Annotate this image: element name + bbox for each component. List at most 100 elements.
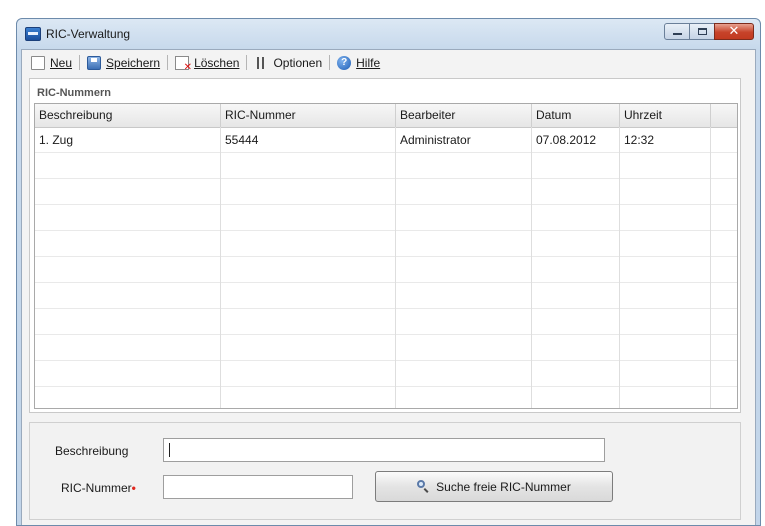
cell-beschreibung (35, 387, 221, 408)
toolbar: Neu Speichern Löschen Optionen ? Hilfe (22, 50, 755, 75)
table-row[interactable] (35, 387, 737, 408)
delete-icon (175, 55, 192, 73)
cell-ric-nummer (221, 153, 396, 179)
help-icon: ? (337, 55, 352, 70)
cell-beschreibung (35, 153, 221, 179)
cell-filler (711, 127, 737, 153)
cell-filler (711, 335, 737, 361)
cell-ric-nummer (221, 387, 396, 408)
cell-beschreibung (35, 335, 221, 361)
ric-number-input[interactable] (163, 475, 353, 499)
options-label: Optionen (273, 55, 323, 70)
minimize-button[interactable] (664, 23, 690, 40)
cell-datum (532, 309, 620, 335)
save-button[interactable]: Speichern (82, 53, 165, 73)
cell-bearbeiter (396, 257, 532, 283)
column-header-filler (711, 104, 737, 127)
close-icon: ✕ (728, 23, 740, 38)
cell-ric-nummer (221, 179, 396, 205)
toolbar-separator (246, 55, 248, 70)
cell-datum (532, 205, 620, 231)
cell-ric-nummer (221, 231, 396, 257)
cell-bearbeiter (396, 231, 532, 257)
cell-beschreibung (35, 257, 221, 283)
cell-uhrzeit (620, 257, 711, 283)
table-row[interactable] (35, 205, 737, 231)
column-header-ric-nummer[interactable]: RIC-Nummer (221, 104, 396, 127)
column-header-bearbeiter[interactable]: Bearbeiter (396, 104, 532, 127)
edit-form: Beschreibung RIC-Nummer• Suche freie RIC… (29, 422, 741, 520)
required-marker: • (131, 481, 136, 495)
options-icon (254, 56, 268, 70)
column-header-beschreibung[interactable]: Beschreibung (35, 104, 221, 127)
cell-bearbeiter (396, 335, 532, 361)
cell-datum (532, 257, 620, 283)
column-header-uhrzeit[interactable]: Uhrzeit (620, 104, 711, 127)
cell-uhrzeit (620, 231, 711, 257)
cell-filler (711, 205, 737, 231)
cell-bearbeiter (396, 205, 532, 231)
cell-ric-nummer (221, 309, 396, 335)
cell-ric-nummer (221, 335, 396, 361)
help-button[interactable]: ? Hilfe (332, 53, 385, 73)
search-icon (417, 480, 430, 493)
cell-beschreibung (35, 179, 221, 205)
description-label: Beschreibung (55, 444, 129, 458)
cell-ric-nummer (221, 361, 396, 387)
cell-ric-nummer: 55444 (221, 127, 396, 153)
table-row[interactable] (35, 361, 737, 387)
save-label: Speichern (106, 55, 161, 70)
table-row[interactable] (35, 153, 737, 179)
cell-ric-nummer (221, 205, 396, 231)
table-row[interactable] (35, 283, 737, 309)
cell-datum (532, 361, 620, 387)
cell-bearbeiter (396, 179, 532, 205)
cell-datum: 07.08.2012 (532, 127, 620, 153)
ric-number-label: RIC-Nummer• (61, 481, 136, 495)
cell-uhrzeit (620, 387, 711, 408)
cell-bearbeiter: Administrator (396, 127, 532, 153)
table-row[interactable]: 1. Zug 55444 Administrator 07.08.2012 12:32 (35, 127, 737, 153)
cell-datum (532, 335, 620, 361)
ric-table: Beschreibung RIC-Nummer Bearbeiter Datum… (34, 103, 738, 409)
delete-button[interactable]: Löschen (170, 53, 244, 73)
cell-filler (711, 231, 737, 257)
toolbar-separator (167, 55, 169, 70)
cell-beschreibung (35, 283, 221, 309)
toolbar-separator (79, 55, 81, 70)
text-cursor (169, 442, 170, 457)
search-free-ric-label: Suche freie RIC-Nummer (436, 479, 571, 494)
cell-filler (711, 309, 737, 335)
description-input[interactable] (163, 438, 605, 462)
cell-uhrzeit (620, 283, 711, 309)
ric-numbers-panel: RIC-Nummern Beschreibung RIC-Nummer Bear… (29, 78, 741, 413)
options-button[interactable]: Optionen (249, 53, 327, 73)
cell-uhrzeit (620, 335, 711, 361)
column-header-datum[interactable]: Datum (532, 104, 620, 127)
cell-bearbeiter (396, 361, 532, 387)
maximize-button[interactable] (689, 23, 715, 40)
table-row[interactable] (35, 231, 737, 257)
close-button[interactable]: ✕ (714, 23, 754, 40)
table-row[interactable] (35, 309, 737, 335)
cell-uhrzeit (620, 179, 711, 205)
table-row[interactable] (35, 179, 737, 205)
cell-beschreibung (35, 309, 221, 335)
cell-bearbeiter (396, 387, 532, 408)
cell-bearbeiter (396, 153, 532, 179)
cell-filler (711, 179, 737, 205)
panel-title: RIC-Nummern (37, 87, 111, 99)
cell-datum (532, 153, 620, 179)
cell-datum (532, 231, 620, 257)
title-bar[interactable]: RIC-Verwaltung ✕ (17, 19, 760, 49)
ric-number-label-text: RIC-Nummer (61, 481, 132, 495)
cell-filler (711, 153, 737, 179)
new-label: Neu (50, 55, 73, 70)
table-row[interactable] (35, 335, 737, 361)
cell-bearbeiter (396, 283, 532, 309)
new-button[interactable]: Neu (26, 53, 77, 73)
search-free-ric-button[interactable]: Suche freie RIC-Nummer (375, 471, 613, 502)
new-icon (31, 55, 45, 70)
table-row[interactable] (35, 257, 737, 283)
cell-beschreibung (35, 205, 221, 231)
